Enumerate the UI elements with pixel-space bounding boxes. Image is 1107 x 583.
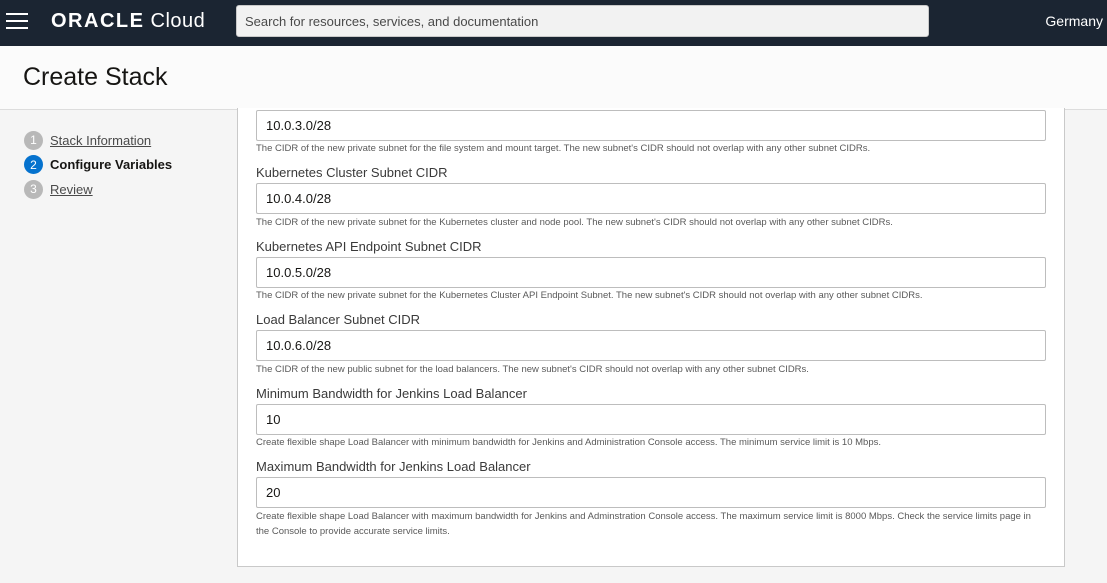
fs-subnet-help: The CIDR of the new private subnet for t… <box>256 143 871 154</box>
step-stack-information[interactable]: 1 Stack Information <box>24 128 172 153</box>
oracle-cloud-logo[interactable]: ORACLE Cloud <box>51 10 205 33</box>
top-bar: ORACLE Cloud Germany <box>0 0 1107 46</box>
k8s-api-subnet-input[interactable] <box>256 257 1046 288</box>
k8s-api-subnet-help: The CIDR of the new private subnet for t… <box>256 290 923 301</box>
max-bandwidth-input[interactable] <box>256 477 1046 508</box>
min-bandwidth-help: Create flexible shape Load Balancer with… <box>256 437 881 448</box>
max-bandwidth-label: Maximum Bandwidth for Jenkins Load Balan… <box>256 459 531 474</box>
step-configure-variables: 2 Configure Variables <box>24 153 172 178</box>
min-bandwidth-input[interactable] <box>256 404 1046 435</box>
min-bandwidth-label: Minimum Bandwidth for Jenkins Load Balan… <box>256 386 527 401</box>
menu-icon[interactable] <box>6 13 28 29</box>
step-label[interactable]: Review <box>50 182 93 197</box>
page-header: Create Stack <box>0 46 1107 110</box>
page-title: Create Stack <box>23 63 168 91</box>
k8s-api-subnet-label: Kubernetes API Endpoint Subnet CIDR <box>256 239 482 254</box>
step-number: 1 <box>24 130 43 150</box>
step-number: 2 <box>24 155 43 175</box>
k8s-cluster-subnet-input[interactable] <box>256 183 1046 214</box>
variables-form: The CIDR of the new private subnet for t… <box>237 108 1065 567</box>
logo-product: Cloud <box>150 10 206 32</box>
logo-brand: ORACLE <box>51 10 145 32</box>
step-review[interactable]: 3 Review <box>24 177 172 202</box>
k8s-cluster-subnet-label: Kubernetes Cluster Subnet CIDR <box>256 165 448 180</box>
max-bandwidth-help: Create flexible shape Load Balancer with… <box>256 511 1031 537</box>
step-label[interactable]: Stack Information <box>50 133 151 148</box>
lb-subnet-help: The CIDR of the new public subnet for th… <box>256 364 809 375</box>
k8s-cluster-subnet-help: The CIDR of the new private subnet for t… <box>256 217 893 228</box>
lb-subnet-label: Load Balancer Subnet CIDR <box>256 312 421 327</box>
lb-subnet-input[interactable] <box>256 330 1046 361</box>
wizard-steps: 1 Stack Information 2 Configure Variable… <box>24 128 172 202</box>
step-number: 3 <box>24 179 43 199</box>
region-selector[interactable]: Germany <box>1045 13 1103 29</box>
search-input[interactable] <box>236 5 929 37</box>
step-label: Configure Variables <box>50 157 173 173</box>
fs-subnet-cidr-input[interactable] <box>256 110 1046 141</box>
